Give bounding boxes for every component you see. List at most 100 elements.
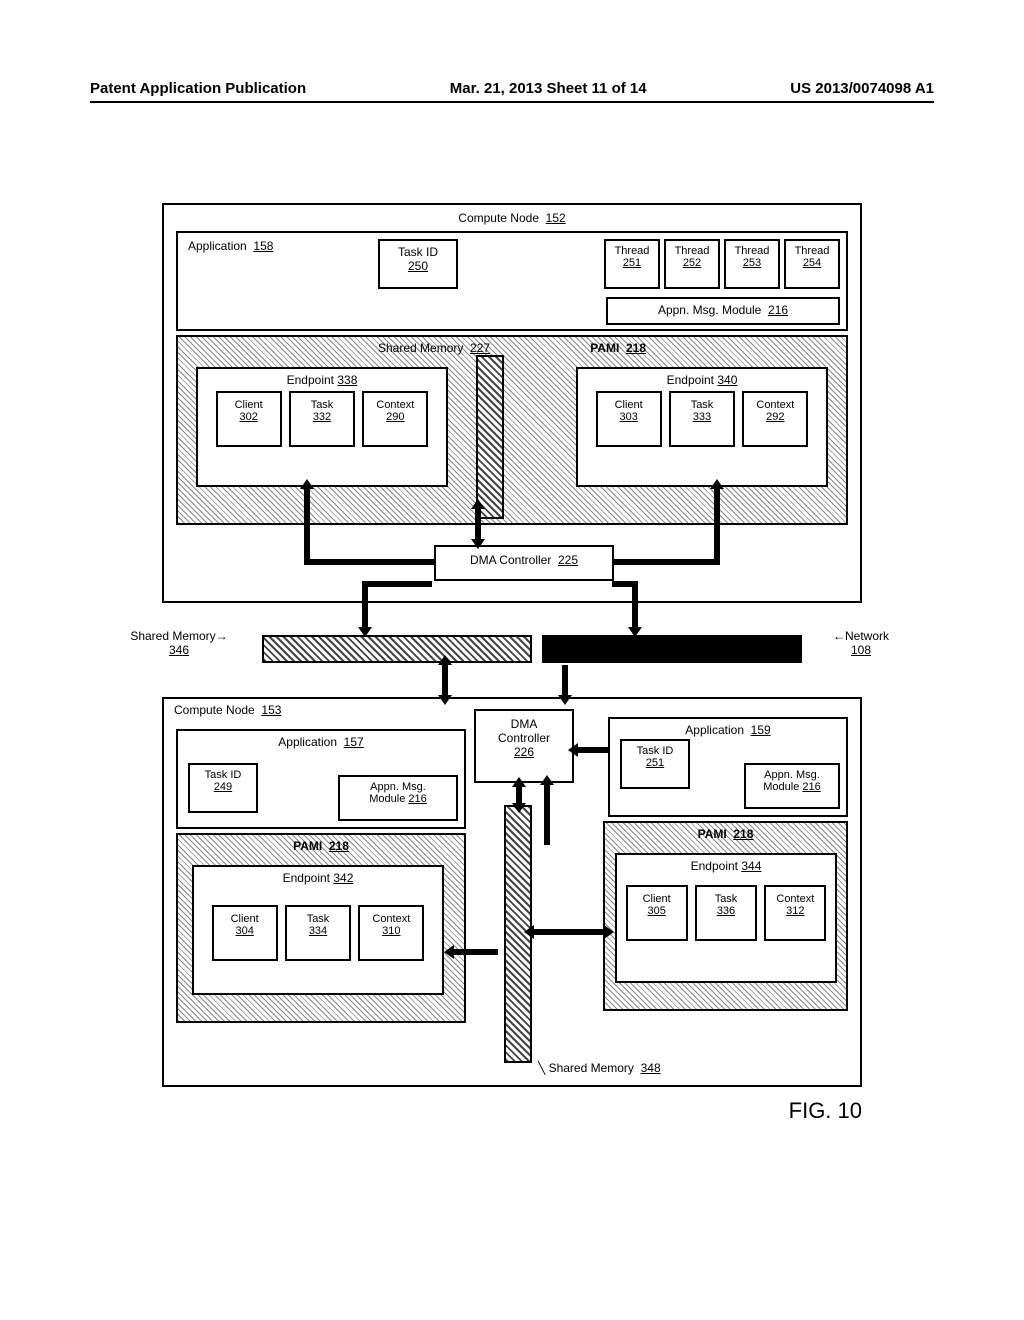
appmsg216-lbl: Appn. Msg. Module (658, 303, 761, 317)
ep344-lbl: Endpoint (691, 859, 738, 873)
node152-title-ref: 152 (546, 211, 566, 225)
client-304: Client304 (212, 905, 278, 961)
app157-lbl: Application (278, 735, 337, 749)
thread-253: Thread253 (724, 239, 780, 289)
ep338-lbl: Endpoint (287, 373, 334, 387)
shared-memory-227-label: Shared Memory 227 (378, 341, 490, 355)
app159-lbl: Application (685, 723, 744, 737)
arrow-dma225-to-net (632, 581, 638, 627)
header-center: Mar. 21, 2013 Sheet 11 of 14 (450, 80, 647, 97)
dma-controller-225: DMA Controller 225 (434, 545, 614, 581)
amsgL-ref: 216 (408, 793, 426, 805)
app158-label: Application 158 (188, 239, 273, 253)
c302-lbl: Client (235, 399, 263, 411)
sm348-lbl-text: Shared Memory (549, 1061, 634, 1075)
taskid250-label: Task ID (398, 245, 438, 259)
dma-controller-226: DMAController 226 (474, 709, 574, 783)
arrow-ep338-to-dma-h (304, 559, 434, 565)
app157-ref: 157 (344, 735, 364, 749)
net108-lbl: Network (845, 629, 889, 643)
dma225-lbl: DMA Controller (470, 553, 551, 567)
client-303: Client303 (596, 391, 662, 447)
ctx292-lbl: Context (756, 399, 794, 411)
context-310: Context310 (358, 905, 424, 961)
t334-ref: 334 (309, 925, 327, 937)
ep344-ref: 344 (741, 859, 761, 873)
thread-252-lbl: Thread (675, 245, 710, 257)
t332-lbl: Task (311, 399, 334, 411)
amsgR-ref: 216 (802, 781, 820, 793)
ep340-lbl: Endpoint (667, 373, 714, 387)
arrow-dma225-to-sm346-h (362, 581, 432, 587)
pamiR-lbl: PAMI (698, 827, 727, 841)
endpoint-344: Endpoint 344 Client305 Task336 Context31… (615, 853, 837, 983)
c305-ref: 305 (647, 905, 665, 917)
context-290: Context290 (362, 391, 428, 447)
endpoint-340: Endpoint 340 Client303 Task333 Context29… (576, 367, 828, 487)
compute-node-153: Compute Node 153 DMAController 226 Appli… (162, 697, 862, 1087)
arrow-sm346-dma226 (442, 665, 448, 695)
page-header: Patent Application Publication Mar. 21, … (90, 80, 934, 103)
thread-251-ref: 251 (623, 257, 641, 269)
app157-title: Application 157 (178, 731, 464, 749)
client-302: Client302 (216, 391, 282, 447)
pamiL-ref: 218 (329, 839, 349, 853)
shared-memory-346-label: Shared Memory→ 346 (124, 629, 234, 658)
task-332: Task332 (289, 391, 355, 447)
appn-msg-216-left: Appn. Msg.Module 216 (338, 775, 458, 821)
shared-memory-227-column (476, 355, 504, 519)
c303-lbl: Client (615, 399, 643, 411)
arrow-ep338-to-dma (304, 489, 310, 559)
ctx290-lbl: Context (376, 399, 414, 411)
figure-label: FIG. 10 (789, 1098, 862, 1124)
shared-memory-346-bar (262, 635, 532, 663)
thread-254-lbl: Thread (795, 245, 830, 257)
taskid250-ref: 250 (408, 259, 428, 273)
thread-252-ref: 252 (683, 257, 701, 269)
task-334: Task334 (285, 905, 351, 961)
appmsg216-ref: 216 (768, 303, 788, 317)
t333-lbl: Task (691, 399, 714, 411)
endpoint-342: Endpoint 342 Client304 Task334 Context31… (192, 865, 444, 995)
pamiR-title: PAMI 218 (605, 823, 846, 845)
app159-ref: 159 (751, 723, 771, 737)
endpoint-338: Endpoint 338 Client302 Task332 Context29… (196, 367, 448, 487)
arrow-dma226-sm348 (516, 787, 522, 803)
arrow-ep340-to-dma-h (614, 559, 720, 565)
page: Patent Application Publication Mar. 21, … (0, 0, 1024, 1320)
t334-lbl: Task (307, 913, 330, 925)
sm227-lbl: Shared Memory (378, 341, 463, 355)
c304-ref: 304 (235, 925, 253, 937)
t333-ref: 333 (693, 411, 711, 423)
task-333: Task333 (669, 391, 735, 447)
node153-title-lbl: Compute Node (174, 703, 255, 717)
header-left: Patent Application Publication (90, 80, 306, 97)
context-312: Context312 (764, 885, 826, 941)
ep344-title: Endpoint 344 (621, 859, 831, 873)
node153-title-ref: 153 (261, 703, 281, 717)
c302-ref: 302 (239, 411, 257, 423)
arrow-sm348-to-ep344-r (534, 929, 604, 935)
application-159: Application 159 Task ID 251 Appn. Msg.Mo… (608, 717, 848, 817)
node152-title: Compute Node 152 (170, 211, 854, 225)
arrow-net-to-dma226 (578, 747, 608, 753)
client-305: Client305 (626, 885, 688, 941)
app159-title: Application 159 (610, 719, 846, 737)
task-id-249: Task ID 249 (188, 763, 258, 813)
task-336: Task336 (695, 885, 757, 941)
application-157: Application 157 Task ID 249 Appn. Msg.Mo… (176, 729, 466, 829)
sm346-lbl: Shared Memory (130, 629, 215, 643)
ctx310-ref: 310 (382, 925, 400, 937)
ep338-title: Endpoint 338 (202, 373, 442, 387)
node152-title-label: Compute Node (458, 211, 539, 225)
tid251b-ref: 251 (646, 757, 664, 769)
thread-253-ref: 253 (743, 257, 761, 269)
ep342-lbl: Endpoint (283, 871, 330, 885)
pamiR-ref: 218 (733, 827, 753, 841)
header-right: US 2013/0074098 A1 (790, 80, 934, 97)
c303-ref: 303 (619, 411, 637, 423)
c304-lbl: Client (231, 913, 259, 925)
net108-ref: 108 (851, 643, 871, 657)
tid251b-lbl: Task ID (637, 745, 674, 757)
ep338-ref: 338 (337, 373, 357, 387)
